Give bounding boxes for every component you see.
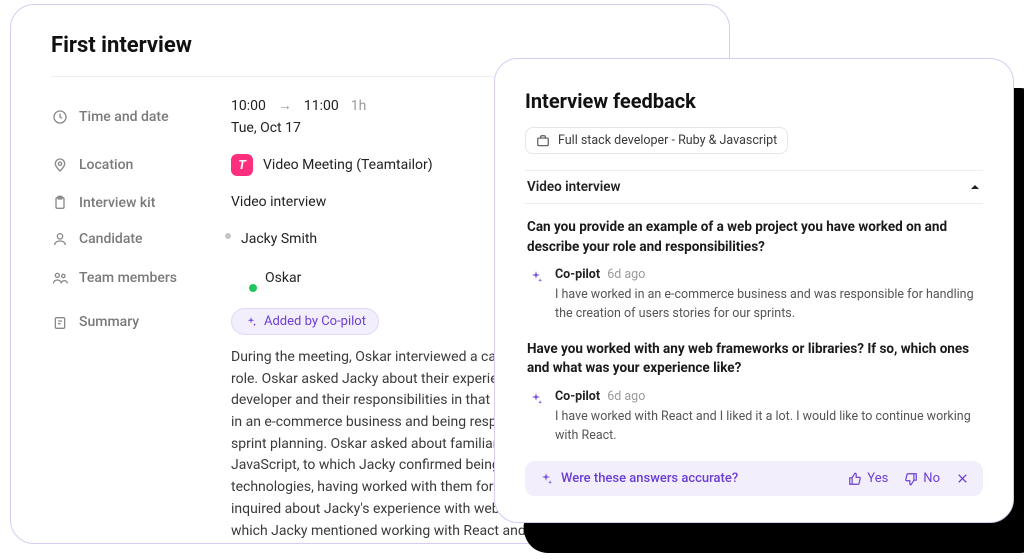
summary-label: Summary	[79, 314, 139, 330]
sparkle-icon	[244, 315, 258, 329]
time-label-row: Time and date	[51, 97, 231, 136]
close-icon	[956, 472, 969, 485]
chevron-up-icon	[969, 181, 981, 193]
confirm-question: Were these answers accurate?	[561, 471, 738, 486]
answer-row: Co-pilot 6d ago I have worked in an e-co…	[527, 267, 981, 324]
role-text: Full stack developer - Ruby & Javascript	[558, 133, 777, 148]
feedback-title: Interview feedback	[525, 89, 983, 113]
yes-label: Yes	[867, 471, 888, 486]
time-label: Time and date	[79, 109, 169, 125]
no-label: No	[923, 471, 940, 486]
location-label: Location	[79, 157, 133, 173]
kit-label: Interview kit	[79, 195, 155, 211]
kit-label-row: Interview kit	[51, 194, 231, 212]
question-text: Can you provide an example of a web proj…	[527, 218, 981, 257]
thumbs-up-icon	[848, 472, 862, 486]
candidate-label: Candidate	[79, 231, 143, 247]
status-dot-icon	[223, 231, 233, 241]
candidate-label-row: Candidate	[51, 230, 231, 248]
team-label: Team members	[79, 270, 177, 286]
sparkle-icon	[539, 472, 553, 486]
users-icon	[51, 269, 69, 287]
copilot-chip: Added by Co-pilot	[231, 308, 379, 335]
confirm-bar: Were these answers accurate? Yes No	[525, 461, 983, 496]
location-label-row: Location	[51, 154, 231, 176]
answer-time: 6d ago	[607, 267, 645, 282]
qa-block: Can you provide an example of a web proj…	[525, 204, 983, 445]
time-duration: 1h	[351, 98, 367, 114]
summary-label-row: Summary	[51, 308, 231, 544]
answer-row: Co-pilot 6d ago I have worked with React…	[527, 389, 981, 446]
time-start: 10:00	[231, 98, 266, 114]
yes-button[interactable]: Yes	[848, 471, 888, 486]
sparkle-icon	[527, 390, 545, 408]
answer-text: I have worked with React and I liked it …	[555, 408, 981, 446]
team-name: Oskar	[265, 270, 301, 286]
answer-text: I have worked in an e-commerce business …	[555, 286, 981, 324]
clipboard-icon	[51, 194, 69, 212]
role-chip: Full stack developer - Ruby & Javascript	[525, 127, 788, 154]
teamtailor-badge-icon: T	[231, 154, 253, 176]
no-button[interactable]: No	[904, 471, 940, 486]
section-title: Video interview	[527, 179, 620, 195]
arrow-right-icon: →	[278, 97, 292, 114]
answer-author: Co-pilot	[555, 267, 600, 282]
location-text: Video Meeting (Teamtailor)	[263, 157, 433, 173]
user-icon	[51, 230, 69, 248]
feedback-card: Interview feedback Full stack developer …	[494, 58, 1014, 523]
question-text: Have you worked with any web frameworks …	[527, 340, 981, 379]
sparkle-icon	[527, 268, 545, 286]
answer-time: 6d ago	[607, 389, 645, 404]
candidate-name: Jacky Smith	[241, 231, 317, 247]
section-head[interactable]: Video interview	[525, 170, 983, 204]
status-online-icon	[247, 282, 259, 294]
team-label-row: Team members	[51, 266, 231, 290]
briefcase-icon	[536, 134, 550, 148]
copilot-chip-label: Added by Co-pilot	[264, 314, 366, 329]
confirm-question-wrap: Were these answers accurate?	[539, 471, 838, 486]
thumbs-down-icon	[904, 472, 918, 486]
note-icon	[51, 314, 69, 332]
location-pin-icon	[51, 156, 69, 174]
time-end: 11:00	[304, 98, 339, 114]
clock-icon	[51, 108, 69, 126]
close-button[interactable]	[956, 472, 969, 485]
answer-author: Co-pilot	[555, 389, 600, 404]
